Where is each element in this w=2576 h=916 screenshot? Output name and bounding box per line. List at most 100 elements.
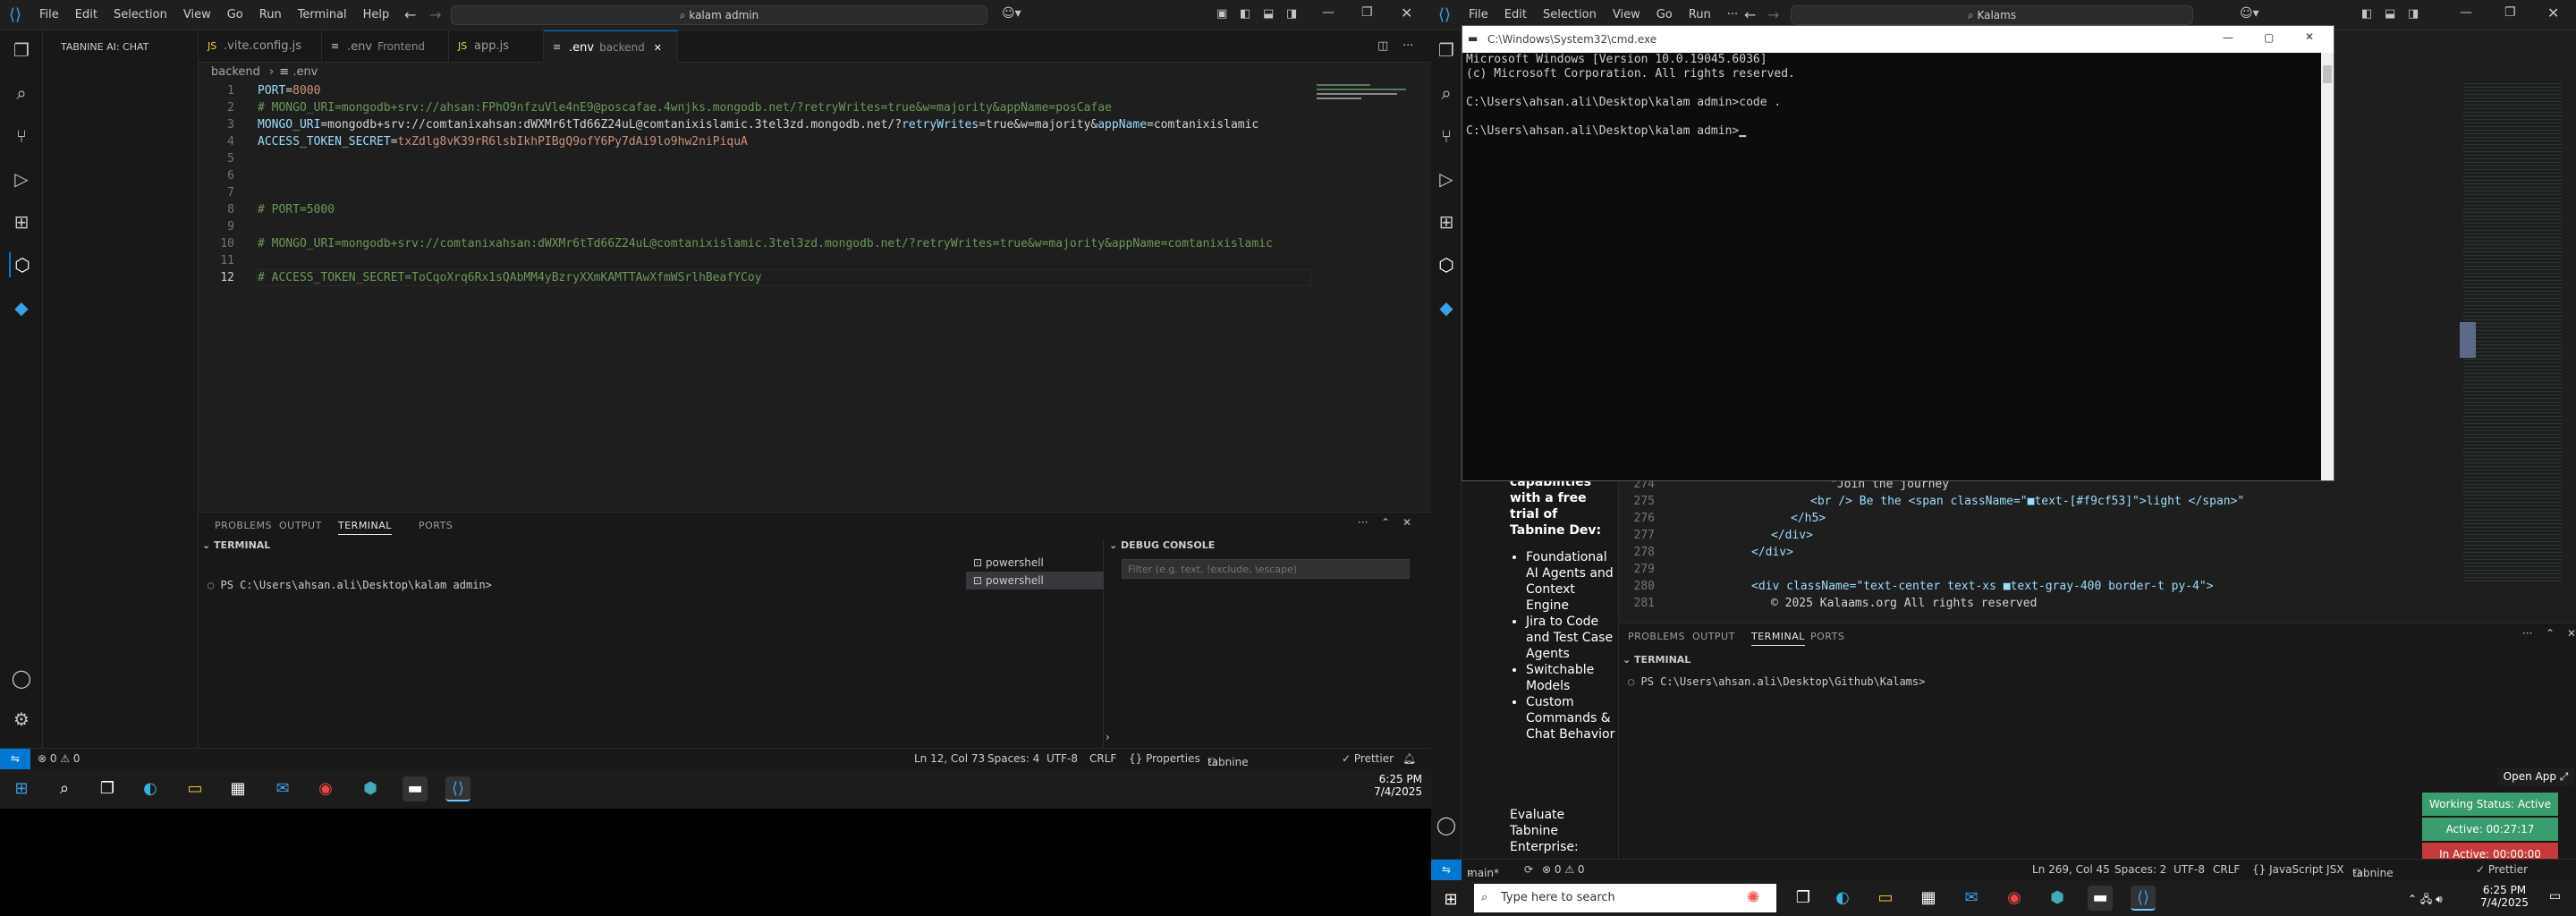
- close-tab-icon[interactable]: ✕: [654, 42, 662, 54]
- scrollbar[interactable]: [2321, 53, 2334, 480]
- mail-icon[interactable]: ✉: [1959, 886, 1984, 911]
- app-icon[interactable]: ⬢: [358, 776, 383, 802]
- menu-item[interactable]: Help: [363, 8, 390, 21]
- explorer-icon[interactable]: ❐: [9, 38, 34, 63]
- end-of-line[interactable]: CRLF: [2213, 863, 2240, 876]
- run-debug-icon[interactable]: ▷: [9, 166, 34, 191]
- cmd-icon[interactable]: ▬: [402, 776, 428, 802]
- close-icon[interactable]: ✕: [1401, 4, 1412, 21]
- problems-indicator[interactable]: ⊗ 0 ⚠ 0: [1542, 863, 1585, 876]
- settings-gear-icon[interactable]: ⚙: [9, 707, 34, 732]
- command-search-input[interactable]: ⌕ Kalams: [1791, 5, 2193, 25]
- clock[interactable]: 6:25 PM 7/4/2025: [2469, 884, 2540, 909]
- toggle-sidebar-icon[interactable]: ◧: [1240, 7, 1250, 21]
- panel-tab[interactable]: TERMINAL: [338, 520, 392, 535]
- panel-tab[interactable]: PROBLEMS: [1628, 631, 1685, 642]
- language-mode[interactable]: {} JavaScript JSX: [2252, 863, 2343, 876]
- app-icon[interactable]: ⬢: [2045, 886, 2070, 911]
- remote-icon[interactable]: ⇋: [0, 749, 30, 769]
- tabnine-icon[interactable]: ⬡: [9, 252, 34, 277]
- drop-icon[interactable]: ◆: [1434, 295, 1459, 320]
- maximize-panel-icon[interactable]: ⌃: [2546, 627, 2555, 640]
- tray-icons[interactable]: ⌃ 🖧︎ 🔊︎: [2408, 891, 2443, 910]
- clock[interactable]: 6:25 PM 7/4/2025: [1360, 773, 1422, 798]
- extensions-icon[interactable]: ⊞: [1434, 209, 1459, 234]
- store-icon[interactable]: ▦: [225, 776, 250, 802]
- source-control-icon[interactable]: ⑂: [1434, 123, 1459, 148]
- panel-tab[interactable]: TERMINAL: [1751, 631, 1805, 646]
- menu-item[interactable]: Edit: [75, 8, 97, 21]
- taskbar-search-input[interactable]: ⌕ Type here to search: [1474, 884, 1776, 912]
- chevron-right-icon[interactable]: ›: [1106, 731, 1110, 743]
- more-icon[interactable]: ···: [1358, 516, 1368, 529]
- account-icon[interactable]: ◯: [1434, 812, 1459, 837]
- source-control-icon[interactable]: ⑂: [9, 123, 34, 148]
- maximize-panel-icon[interactable]: ⌃: [1381, 516, 1390, 529]
- run-debug-icon[interactable]: ▷: [1434, 166, 1459, 191]
- copilot-icon[interactable]: ☺▾: [1002, 6, 1021, 21]
- close-icon[interactable]: ✕: [2547, 4, 2559, 21]
- indentation[interactable]: Spaces: 2: [2114, 863, 2166, 876]
- debug-filter-input[interactable]: [1122, 559, 1410, 579]
- tabnine-icon[interactable]: ⬡: [1434, 252, 1459, 277]
- cmd-icon[interactable]: ▬: [2088, 886, 2113, 911]
- end-of-line[interactable]: CRLF: [1089, 752, 1116, 765]
- breadcrumb-file[interactable]: .env: [292, 65, 318, 79]
- mail-icon[interactable]: ✉: [270, 776, 295, 802]
- menu-item[interactable]: Go: [1657, 8, 1673, 21]
- remote-icon[interactable]: ⇋: [1431, 860, 1462, 880]
- language-mode[interactable]: {} Properties: [1129, 752, 1200, 765]
- code-editor[interactable]: 274 "Join the journey 275 <br /> Be the <sp…: [1619, 476, 2513, 619]
- panel-tab[interactable]: OUTPUT: [1692, 631, 1735, 642]
- toggle-secondary-icon[interactable]: ◨: [1286, 7, 1297, 21]
- task-view-icon[interactable]: ❐: [95, 776, 120, 802]
- forward-arrow-icon[interactable]: →: [429, 6, 441, 23]
- minimap[interactable]: [1317, 82, 1415, 118]
- problems-indicator[interactable]: ⊗ 0 ⚠ 0: [38, 752, 80, 765]
- maximize-icon[interactable]: ❐: [2504, 5, 2516, 20]
- notifications-bell-icon[interactable]: 🔔︎: [1402, 752, 1416, 765]
- minimap[interactable]: [2463, 81, 2562, 581]
- chrome-icon[interactable]: ◉: [313, 776, 338, 802]
- more-actions-icon[interactable]: ···: [1402, 39, 1413, 53]
- explorer-icon[interactable]: ❐: [1434, 38, 1459, 63]
- menu-item[interactable]: Terminal: [298, 8, 347, 21]
- minimize-icon[interactable]: —: [1322, 5, 1335, 20]
- menu-item[interactable]: Go: [227, 8, 243, 21]
- layout-icon[interactable]: ▣: [1216, 7, 1227, 21]
- edge-icon[interactable]: ◐: [138, 776, 163, 802]
- cmd-output[interactable]: Microsoft Windows [Version 10.0.19045.60…: [1466, 53, 1795, 139]
- windows-start-icon[interactable]: ⊞: [9, 776, 34, 802]
- menu-item[interactable]: View: [183, 8, 211, 21]
- menu-item[interactable]: File: [39, 8, 59, 21]
- prettier-status[interactable]: ✓ Prettier: [2476, 863, 2528, 876]
- menu-item[interactable]: Selection: [1543, 8, 1597, 21]
- close-panel-icon[interactable]: ✕: [1402, 516, 1411, 529]
- indentation[interactable]: Spaces: 4: [987, 752, 1039, 765]
- menu-item[interactable]: Run: [1689, 8, 1711, 21]
- drop-icon[interactable]: ◆: [9, 295, 34, 320]
- search-icon[interactable]: ⌕: [52, 776, 77, 802]
- editor-tab[interactable]: ≡ .env Frontend: [322, 30, 449, 63]
- forward-arrow-icon[interactable]: →: [1767, 6, 1779, 23]
- vscode-taskbar-icon[interactable]: ⟨⟩: [445, 776, 470, 802]
- panel-tab[interactable]: PORTS: [419, 520, 453, 531]
- menu-item[interactable]: View: [1613, 8, 1640, 21]
- maximize-icon[interactable]: ❐: [1361, 5, 1373, 20]
- extensions-icon[interactable]: ⊞: [9, 209, 34, 234]
- breadcrumb-folder[interactable]: backend: [211, 65, 260, 79]
- shell-item[interactable]: ⊡ powershell: [966, 554, 1104, 572]
- cursor-position[interactable]: Ln 269, Col 45: [2032, 863, 2110, 876]
- editor-tab[interactable]: JS .vite.config.js: [199, 30, 322, 63]
- code-editor[interactable]: 1 PORT=8000 2 # MONGO_URI=mongodb+srv://ahs…: [199, 82, 1317, 422]
- file-explorer-icon[interactable]: ▭: [1873, 886, 1898, 911]
- open-app-button[interactable]: Open App ⤢: [2497, 768, 2574, 785]
- task-view-icon[interactable]: ❐: [1791, 886, 1816, 911]
- menu-item[interactable]: File: [1469, 8, 1488, 21]
- encoding[interactable]: UTF-8: [1046, 752, 1078, 765]
- file-explorer-icon[interactable]: ▭: [182, 776, 208, 802]
- sync-icon[interactable]: ⟳: [1524, 863, 1533, 876]
- back-arrow-icon[interactable]: ←: [404, 6, 416, 23]
- more-icon[interactable]: ···: [2522, 627, 2532, 640]
- encoding[interactable]: UTF-8: [2174, 863, 2205, 876]
